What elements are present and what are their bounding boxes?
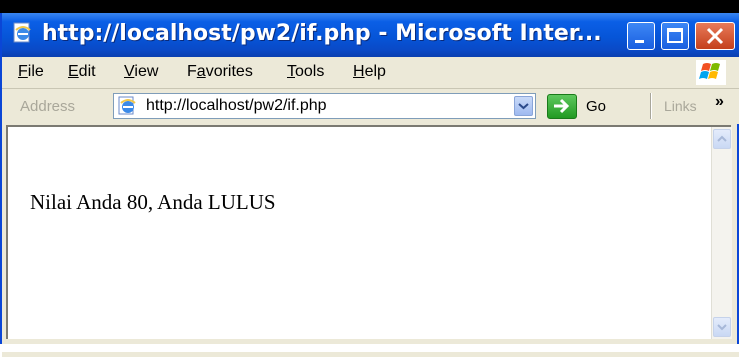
address-dropdown-button[interactable] xyxy=(514,96,533,116)
title-bar[interactable]: http://localhost/pw2/if.php - Microsoft … xyxy=(2,13,739,57)
window-title: http://localhost/pw2/if.php - Microsoft … xyxy=(42,21,602,46)
address-label: Address xyxy=(20,98,76,115)
minimize-button[interactable] xyxy=(627,22,655,50)
windows-logo-icon xyxy=(696,60,726,85)
more-links-chevron-icon[interactable]: » xyxy=(715,93,724,111)
address-bar: Address http://localhost/pw2/if.php Go L… xyxy=(2,88,739,124)
menu-file[interactable]: File xyxy=(18,63,44,81)
chevron-down-icon xyxy=(518,103,529,110)
menu-help[interactable]: Help xyxy=(353,63,386,81)
toolbar-separator xyxy=(650,93,652,119)
chevron-down-icon xyxy=(717,324,727,331)
vertical-scrollbar[interactable] xyxy=(711,127,732,339)
scroll-up-button[interactable] xyxy=(713,129,731,149)
maximize-button[interactable] xyxy=(661,22,689,50)
menu-bar: File Edit View Favorites Tools Help xyxy=(2,57,739,89)
address-input[interactable]: http://localhost/pw2/if.php xyxy=(113,93,536,119)
scroll-down-button[interactable] xyxy=(713,317,731,337)
arrow-right-icon xyxy=(554,98,570,114)
page-content-area[interactable] xyxy=(6,125,731,339)
go-button[interactable] xyxy=(547,94,577,119)
menu-favorites[interactable]: Favorites xyxy=(187,63,253,81)
menu-edit[interactable]: Edit xyxy=(68,63,96,81)
maximize-icon xyxy=(667,28,683,43)
ie-page-icon xyxy=(13,22,31,43)
address-url: http://localhost/pw2/if.php xyxy=(146,97,327,114)
page-text: Nilai Anda 80, Anda LULUS xyxy=(30,190,276,214)
minimize-icon xyxy=(635,40,644,43)
menu-view[interactable]: View xyxy=(124,63,158,81)
close-icon xyxy=(706,27,724,45)
menu-tools[interactable]: Tools xyxy=(287,63,324,81)
links-button[interactable]: Links xyxy=(664,98,697,114)
window-bottom-frame xyxy=(2,352,739,357)
top-strip xyxy=(0,0,739,13)
close-button[interactable] xyxy=(695,22,735,50)
go-label[interactable]: Go xyxy=(586,98,606,115)
ie-page-icon xyxy=(118,96,136,115)
chevron-up-icon xyxy=(717,135,727,142)
